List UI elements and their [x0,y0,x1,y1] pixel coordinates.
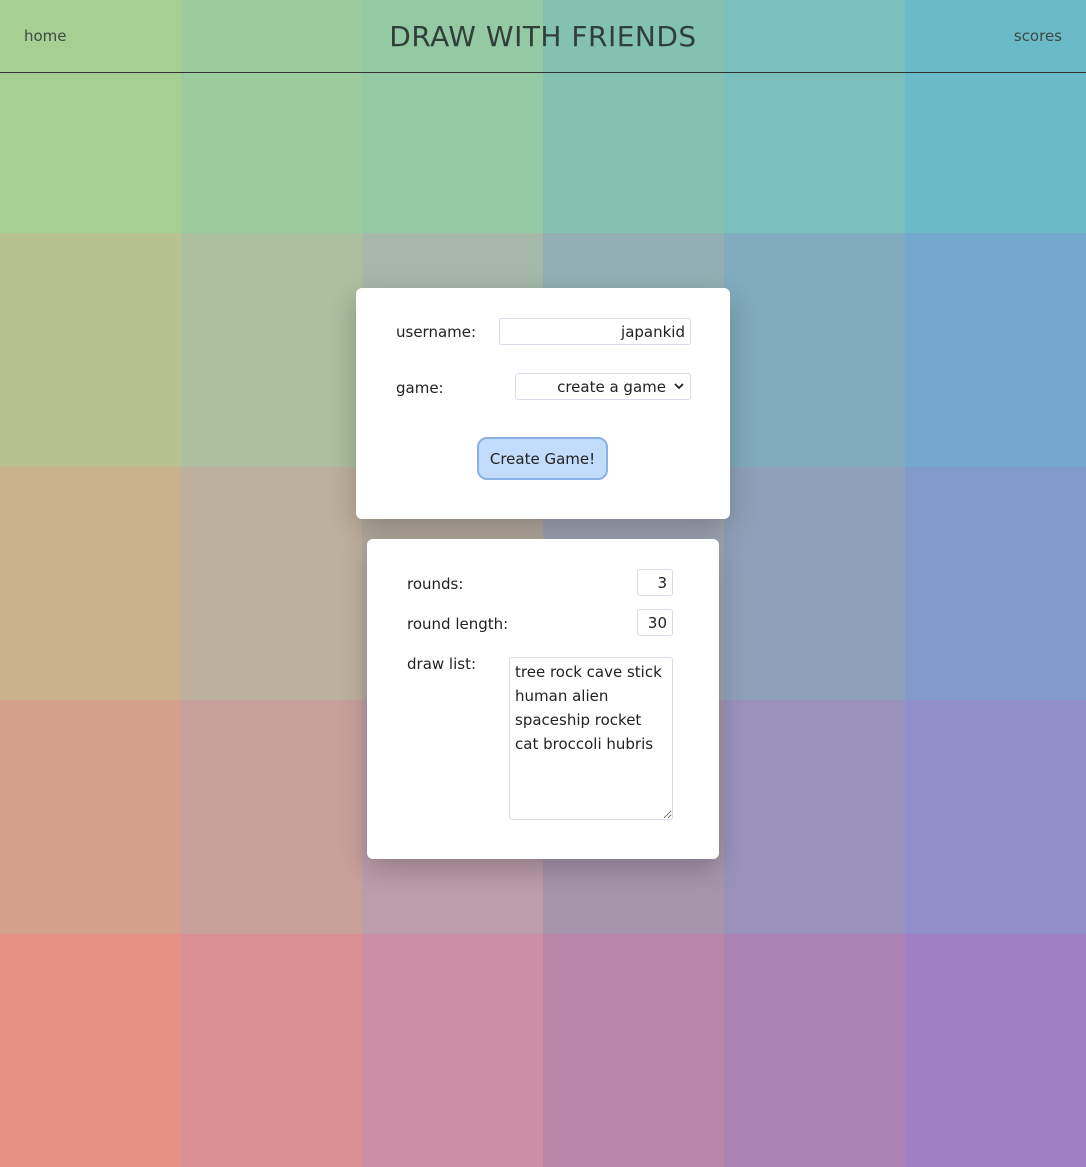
bg-cell [905,467,1086,700]
chevron-down-icon [674,380,684,393]
round-length-label: round length: [407,615,509,633]
username-input[interactable] [499,318,691,345]
bg-cell [905,934,1086,1167]
join-game-card: username: game: create a game Create Gam… [356,288,730,519]
bg-cell [181,233,362,467]
site-title: DRAW WITH FRIENDS [389,20,697,53]
bg-cell [724,233,905,467]
draw-list-label: draw list: [407,655,477,673]
bg-cell [181,934,362,1167]
round-length-input[interactable] [637,609,673,636]
draw-list-textarea[interactable]: tree rock cave stick human alien spacesh… [509,657,673,820]
bg-cell [0,934,181,1167]
nav-scores-link[interactable]: scores [1014,27,1062,45]
username-label: username: [396,323,477,341]
bg-cell [0,467,181,700]
rounds-label: rounds: [407,575,464,593]
game-select-value: create a game [557,377,666,396]
bg-cell [724,467,905,700]
top-nav: home DRAW WITH FRIENDS scores [0,0,1086,73]
bg-cell [905,233,1086,467]
rounds-input[interactable] [637,569,673,596]
bg-cell [724,934,905,1167]
game-label: game: [396,379,444,397]
bg-cell [905,700,1086,934]
bg-cell [724,700,905,934]
bg-cell [181,467,362,700]
bg-cell [181,700,362,934]
bg-cell [362,934,543,1167]
game-select[interactable]: create a game [515,373,691,400]
bg-cell [0,700,181,934]
game-settings-card: rounds: round length: draw list: tree ro… [367,539,719,859]
bg-cell [543,934,724,1167]
create-game-button[interactable]: Create Game! [477,437,608,480]
bg-cell [0,233,181,467]
